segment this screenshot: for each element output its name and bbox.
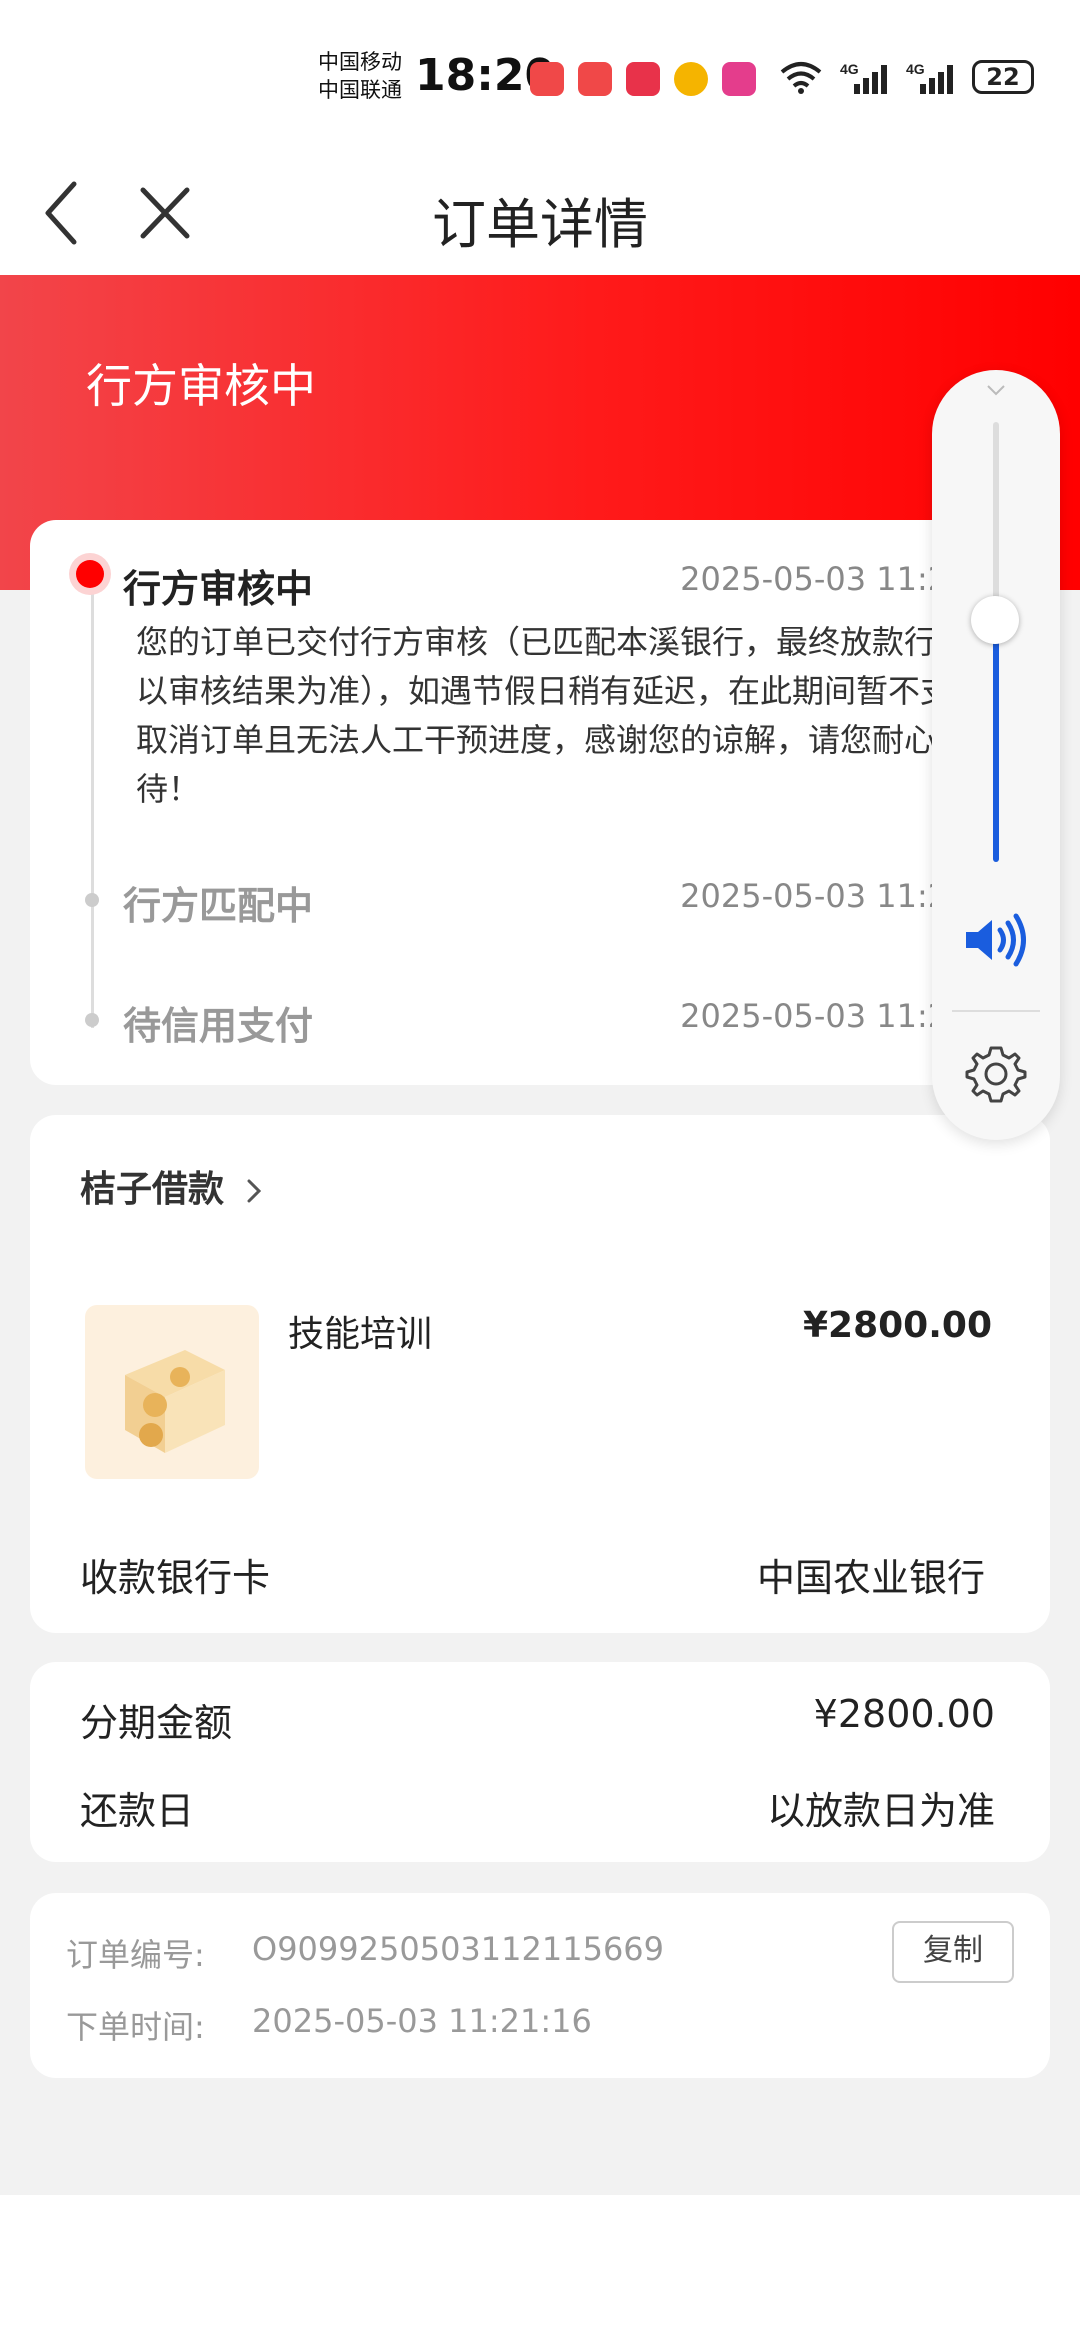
carrier-2: 中国联通 (318, 78, 402, 102)
shop-app-icon (626, 62, 660, 96)
bank-card-value: 中国农业银行 (756, 1556, 985, 1600)
reader-app-icon (578, 62, 612, 96)
timeline-title-2: 行方匹配中 (123, 884, 314, 928)
timeline-dot-3 (85, 1013, 99, 1027)
product-card: 桔子借款 技能培训 ¥2800.00 收款银行卡 中国农业银行 (30, 1115, 1050, 1633)
carrier-names: 中国移动 中国联通 (318, 48, 402, 104)
copy-button[interactable]: 复制 (892, 1921, 1014, 1983)
speaker-icon[interactable] (962, 910, 1032, 970)
timeline-title-3: 待信用支付 (123, 1004, 314, 1048)
order-time-value: 2025-05-03 11:21:16 (252, 2002, 592, 2040)
signal-4g-2-icon: 4G (906, 61, 953, 94)
signal-4g-1-icon: 4G (840, 61, 887, 94)
volume-slider-knob[interactable] (971, 596, 1019, 644)
order-number-value: O9099250503112115669 (252, 1930, 665, 1968)
carrier-1: 中国移动 (318, 50, 402, 74)
repay-day-value: 以放款日为准 (766, 1789, 995, 1833)
notification-icons (530, 62, 756, 96)
timeline-line (91, 588, 94, 1028)
svg-text:4G: 4G (840, 61, 859, 77)
status-bar: 中国移动 中国联通 18:20 4G 4G 22 (0, 0, 1080, 150)
timeline-title-1: 行方审核中 (123, 567, 314, 611)
chevron-right-icon (247, 1179, 261, 1203)
system-icons: 4G 4G 22 (778, 60, 1034, 94)
merchant-name: 桔子借款 (80, 1169, 225, 1210)
repay-day-label: 还款日 (80, 1789, 195, 1833)
vip-app-icon (722, 62, 756, 96)
volume-panel (932, 370, 1060, 1140)
bank-card-label: 收款银行卡 (80, 1556, 271, 1600)
svg-text:4G: 4G (906, 61, 925, 77)
volume-slider-fill (993, 620, 999, 862)
installment-amount-value: ¥2800.00 (813, 1692, 995, 1736)
book-app-icon (530, 62, 564, 96)
order-number-label: 订单编号: (66, 1936, 205, 1974)
installment-card: 分期金额 ¥2800.00 还款日 以放款日为准 (30, 1662, 1050, 1862)
volume-divider (952, 1010, 1040, 1012)
nav-bar: 订单详情 (0, 150, 1080, 275)
product-thumbnail (85, 1305, 259, 1479)
merchant-link[interactable]: 桔子借款 (80, 1160, 267, 1212)
order-info-card: 订单编号: O9099250503112115669 复制 下单时间: 2025… (30, 1893, 1050, 2078)
coin-box-icon (125, 1350, 225, 1453)
timeline-card: 行方审核中 2025-05-03 11:21:57 您的订单已交付行方审核（已匹… (30, 520, 1050, 1085)
bottom-area (0, 2195, 1080, 2340)
weibo-icon (674, 62, 708, 96)
wifi-icon (780, 62, 822, 94)
chevron-down-icon[interactable] (986, 384, 1006, 396)
product-name: 技能培训 (288, 1314, 433, 1355)
order-time-label: 下单时间: (66, 2008, 205, 2046)
timeline-dot-active (76, 560, 104, 588)
product-price: ¥2800.00 (802, 1305, 992, 1346)
timeline-desc-1: 您的订单已交付行方审核（已匹配本溪银行，最终放款行方以审核结果为准），如遇节假日… (136, 623, 985, 808)
gear-icon[interactable] (964, 1042, 1028, 1106)
status-banner-title: 行方审核中 (86, 359, 316, 413)
installment-amount-label: 分期金额 (80, 1701, 233, 1745)
page-title: 订单详情 (432, 193, 648, 256)
timeline-dot-2 (85, 893, 99, 907)
battery-icon: 22 (972, 60, 1034, 94)
